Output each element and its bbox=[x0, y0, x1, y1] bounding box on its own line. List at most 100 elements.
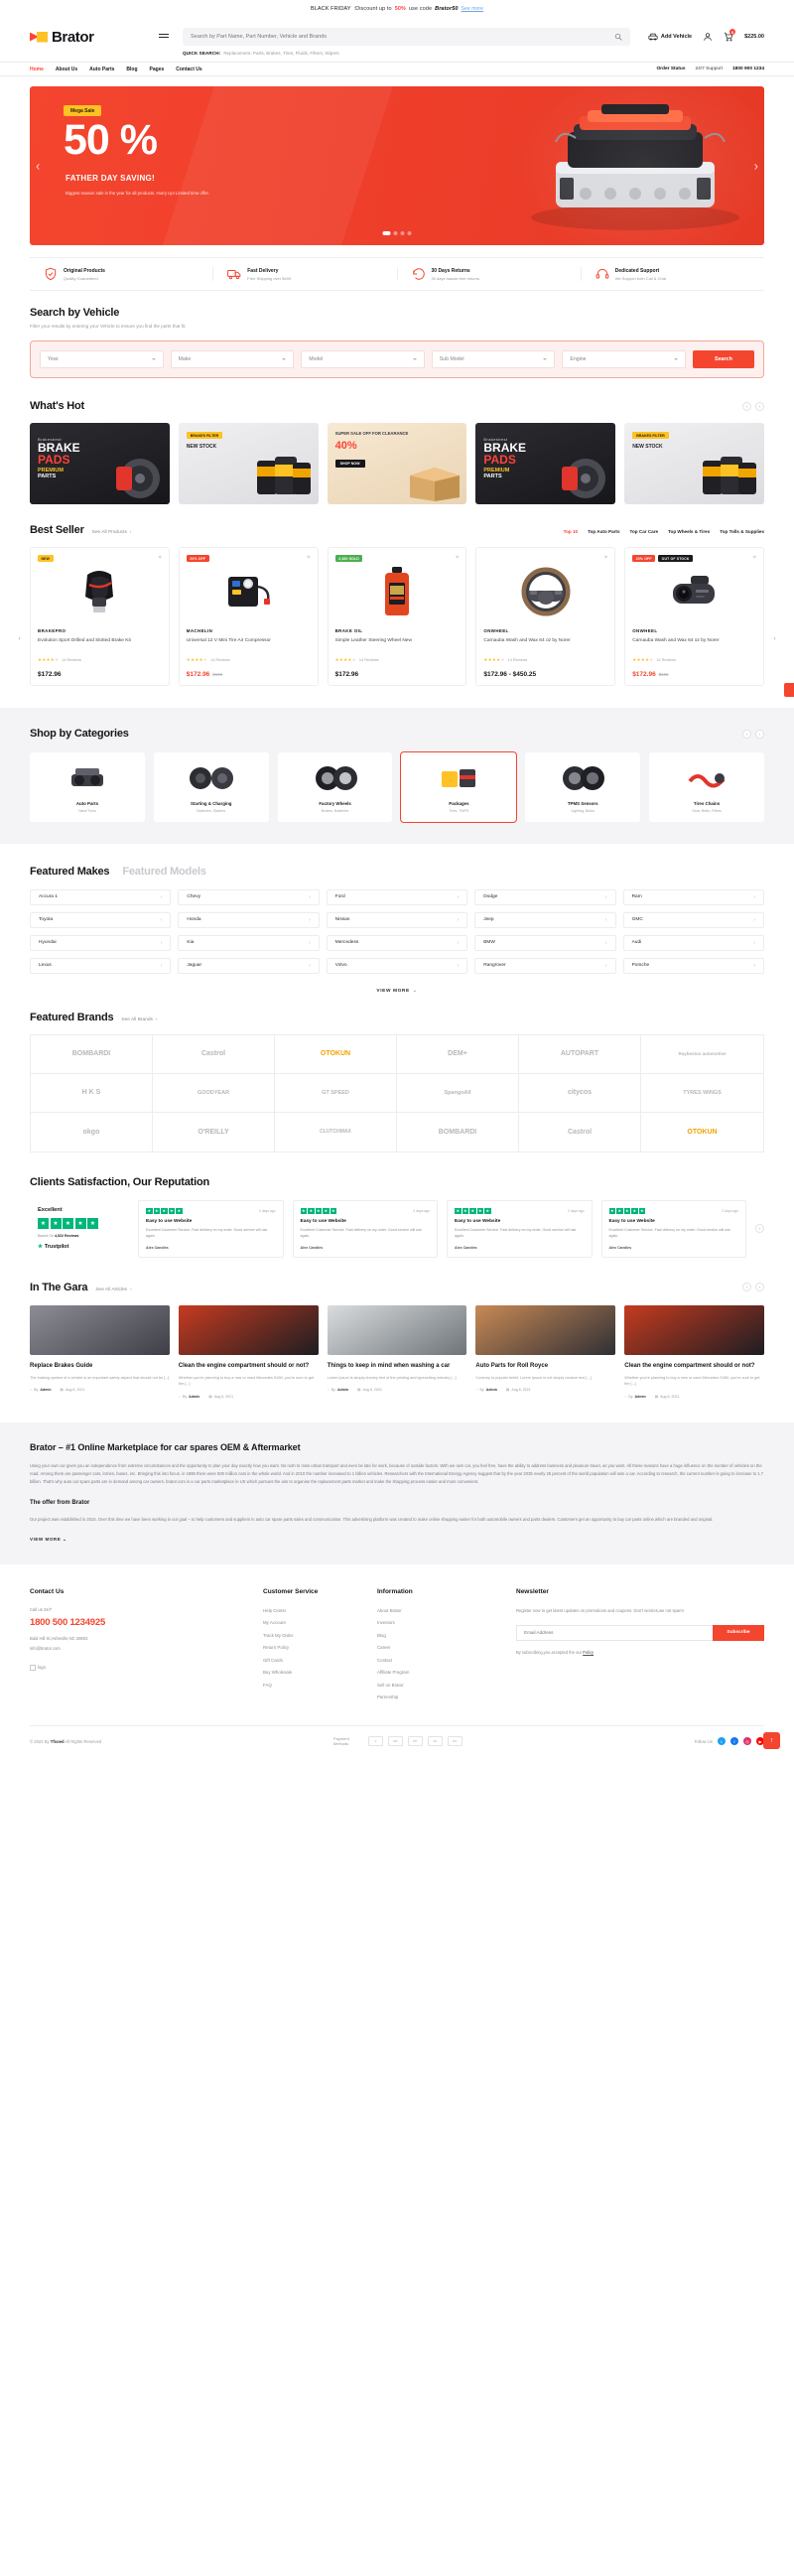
make-item[interactable]: Toyota › bbox=[30, 911, 172, 928]
footer-link-buy-wholesale[interactable]: Buy Wholesale bbox=[263, 1670, 377, 1675]
footer-link-return-policy[interactable]: Return Policy bbox=[263, 1645, 377, 1650]
brand-cell[interactable]: okgo bbox=[31, 1112, 153, 1152]
categories-next-arrow[interactable]: › bbox=[755, 729, 764, 739]
search-box[interactable] bbox=[183, 28, 630, 46]
make-item[interactable]: Nissan › bbox=[326, 911, 468, 928]
newsletter-email-input[interactable] bbox=[516, 1624, 713, 1641]
brand-cell[interactable]: DEM+ bbox=[397, 1034, 519, 1074]
make-item[interactable]: BMW › bbox=[474, 934, 616, 951]
sub-model-select[interactable]: Sub Model bbox=[431, 350, 556, 368]
hero-banner[interactable]: Mega Sale 50 % FATHER DAY SAVING! Bigges… bbox=[30, 86, 764, 245]
make-item[interactable]: Audi › bbox=[622, 934, 764, 951]
footer-link-help-center[interactable]: Help Center bbox=[263, 1608, 377, 1613]
make-item[interactable]: Volvo › bbox=[326, 957, 468, 974]
product-card[interactable]: ♥ ONWHEEL Carnauba Wash and Wax 64 oz by… bbox=[475, 547, 616, 686]
best-seller-prev-arrow[interactable]: ‹ bbox=[14, 633, 25, 644]
whats-hot-next-arrow[interactable]: › bbox=[755, 401, 764, 411]
blog-card[interactable]: Replace Brakes Guide The braking system … bbox=[30, 1304, 170, 1399]
make-item[interactable]: Kia › bbox=[178, 934, 320, 951]
make-item[interactable]: Porsche › bbox=[622, 957, 764, 974]
trustpilot-logo[interactable]: ★ Trustpilot bbox=[38, 1244, 121, 1250]
tab-featured-makes[interactable]: Featured Makes bbox=[30, 866, 110, 878]
make-item[interactable]: Jaguar › bbox=[178, 957, 320, 974]
footer-link-gift-cards[interactable]: Gift Cards bbox=[263, 1658, 377, 1663]
brand-cell[interactable]: GOODYEAR bbox=[153, 1073, 275, 1113]
category-card[interactable]: TPMS Sensors Lighting, Bulbs bbox=[525, 752, 641, 822]
whats-hot-card[interactable]: BRAKES FILTER NEW STOCK bbox=[178, 423, 319, 504]
wishlist-heart-icon[interactable]: ♥ bbox=[752, 555, 756, 561]
blog-prev-arrow[interactable]: ‹ bbox=[742, 1283, 751, 1292]
whats-hot-prev-arrow[interactable]: ‹ bbox=[742, 401, 751, 411]
logo[interactable]: Brator bbox=[30, 24, 159, 46]
footer-link-career[interactable]: Career bbox=[377, 1645, 516, 1650]
footer-link-about-brator[interactable]: About Brator bbox=[377, 1608, 516, 1613]
brand-cell[interactable]: OTOKUN bbox=[275, 1034, 397, 1074]
wh-shop-now-button[interactable]: SHOP NOW bbox=[334, 459, 365, 468]
best-seller-next-arrow[interactable]: › bbox=[769, 633, 780, 644]
order-status-link[interactable]: Order Status bbox=[656, 67, 685, 71]
tab-top-tolls-supplies[interactable]: Top Tolls & Supplies bbox=[720, 529, 764, 534]
tab-top-auto-parts[interactable]: Top Auto Parts bbox=[588, 529, 619, 534]
make-item[interactable]: Ford › bbox=[326, 888, 468, 905]
model-select[interactable]: Model bbox=[301, 350, 425, 368]
make-item[interactable]: Accura 1 › bbox=[30, 888, 172, 905]
footer-link-parnership[interactable]: Parnership bbox=[377, 1695, 516, 1699]
blog-card[interactable]: Auto Parts for Roll Royce Contrary to po… bbox=[475, 1304, 616, 1399]
blog-card[interactable]: Things to keep in mind when washing a ca… bbox=[327, 1304, 467, 1399]
wishlist-heart-icon[interactable]: ♥ bbox=[307, 555, 311, 561]
make-item[interactable]: Jeep › bbox=[474, 911, 616, 928]
nav-item-blog[interactable]: Blog bbox=[126, 67, 137, 72]
make-item[interactable]: Rangrover › bbox=[474, 957, 616, 974]
footer-link-track-my-order[interactable]: Track My Order bbox=[263, 1633, 377, 1638]
brand-cell[interactable]: AUTOPART bbox=[519, 1034, 641, 1074]
reviews-next-arrow[interactable]: › bbox=[755, 1224, 764, 1234]
footer-link-faq[interactable]: FAQ bbox=[263, 1683, 377, 1688]
category-card[interactable]: Starting & Charging Batteries, Starters bbox=[153, 752, 269, 822]
facebook-icon[interactable]: f bbox=[729, 1737, 738, 1746]
wishlist-heart-icon[interactable]: ♥ bbox=[456, 555, 460, 561]
brand-cell[interactable]: CLUTCHMAX bbox=[275, 1112, 397, 1152]
footer-link-sell-on-brator[interactable]: Sell on Brator bbox=[377, 1683, 516, 1688]
footer-link-contact[interactable]: Contact bbox=[377, 1658, 516, 1663]
footer-link-affiliate-program[interactable]: Affiliate Program bbox=[377, 1670, 516, 1675]
category-card[interactable]: Factory Wheels Brakes, Batteries bbox=[277, 752, 393, 822]
footer-phone[interactable]: 1800 500 1234925 bbox=[30, 1617, 263, 1628]
whats-hot-card[interactable]: Brakesbest BRAKE PADS PREMIUM PARTS bbox=[475, 423, 616, 504]
user-account-icon[interactable] bbox=[703, 32, 713, 42]
seo-view-more-button[interactable]: VIEW MORE ⌄ bbox=[30, 1537, 764, 1543]
product-card[interactable]: NEW ♥ BRAKEPRO Evolution Sport Drilled a… bbox=[30, 547, 170, 686]
brands-see-all-link[interactable]: See All Brands › bbox=[121, 1017, 157, 1022]
brand-cell[interactable]: GT SPEED bbox=[275, 1073, 397, 1113]
vehicle-search-button[interactable]: Search bbox=[692, 350, 754, 368]
make-item[interactable]: Honda › bbox=[178, 911, 320, 928]
cart-button[interactable]: 0 bbox=[724, 29, 736, 42]
nav-item-auto-parts[interactable]: Auto Parts bbox=[89, 67, 114, 72]
tab-top-car-care[interactable]: Top Car Care bbox=[630, 529, 659, 534]
year-select[interactable]: Year bbox=[40, 350, 164, 368]
categories-prev-arrow[interactable]: ‹ bbox=[742, 729, 751, 739]
wishlist-heart-icon[interactable]: ♥ bbox=[604, 555, 608, 561]
blog-next-arrow[interactable]: › bbox=[755, 1283, 764, 1292]
hamburger-menu-icon[interactable] bbox=[159, 34, 169, 38]
brand-cell[interactable]: Castrol bbox=[519, 1112, 641, 1152]
category-card[interactable]: Tires Chains Gear, Belts, Filters bbox=[649, 752, 764, 822]
add-vehicle-button[interactable]: Add Vehicle bbox=[648, 32, 692, 42]
search-icon[interactable] bbox=[614, 33, 622, 41]
make-item[interactable]: Lexus › bbox=[30, 957, 172, 974]
category-card[interactable]: Auto Parts Hand Tools bbox=[30, 752, 145, 822]
brand-cell[interactable]: TYRES WINGS bbox=[641, 1074, 763, 1113]
make-item[interactable]: Chevy › bbox=[178, 888, 320, 905]
hero-dots[interactable] bbox=[382, 231, 412, 235]
product-card[interactable]: 20% OFF ♥ MACHELIN Universal 12 V Mini T… bbox=[178, 547, 319, 686]
quick-search-items[interactable]: Replacement, Parts, Brakes, Tires, Fluid… bbox=[223, 51, 338, 56]
back-to-top-button[interactable]: ↑ bbox=[763, 1731, 780, 1749]
brand-cell[interactable]: H K S bbox=[31, 1073, 153, 1113]
search-input[interactable] bbox=[191, 34, 614, 40]
blog-card[interactable]: Clean the engine compartment should or n… bbox=[624, 1304, 764, 1399]
hero-prev-arrow[interactable]: ‹ bbox=[36, 159, 40, 174]
tab-top-10[interactable]: Top 10 bbox=[564, 529, 578, 534]
category-card[interactable]: Packages Tires, TMPS bbox=[400, 751, 518, 823]
nav-item-home[interactable]: Home bbox=[30, 67, 44, 72]
footer-link-blog[interactable]: Blog bbox=[377, 1633, 516, 1638]
twitter-icon[interactable]: t bbox=[717, 1737, 726, 1746]
